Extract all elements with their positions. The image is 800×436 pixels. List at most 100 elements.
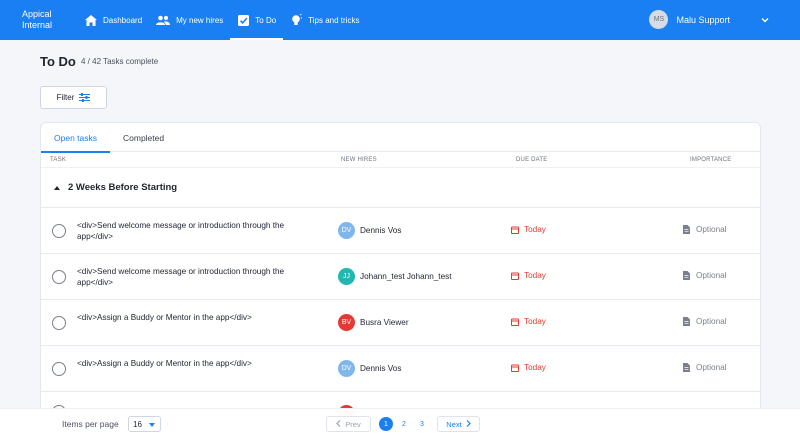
next-page-button[interactable]: Next [437, 416, 480, 432]
prev-page-button[interactable]: Prev [326, 416, 371, 432]
user-menu[interactable]: MS Malu Support [649, 10, 770, 29]
people-icon [156, 14, 171, 26]
task-title[interactable]: <div>Send welcome message or introductio… [77, 220, 322, 242]
due-date-text: Today [524, 317, 546, 326]
importance-cell: Optional [683, 317, 727, 326]
column-header-task: TASK [50, 157, 67, 163]
prev-label: Prev [345, 419, 361, 429]
task-group-header[interactable]: 2 Weeks Before Starting [41, 168, 760, 208]
main-nav: Dashboard My new hires To Do Tips and tr… [78, 0, 366, 40]
items-per-page-label: Items per page [62, 419, 119, 429]
due-date-text: Today [524, 271, 546, 280]
new-hire-cell[interactable]: JJ Johann_test Johann_test [338, 268, 452, 285]
document-icon [683, 317, 690, 326]
tab-completed[interactable]: Completed [110, 123, 177, 152]
filter-label: Filter [56, 93, 75, 102]
nav-label-to-do: To Do [255, 15, 277, 25]
hire-avatar: BV [338, 314, 355, 331]
importance-text: Optional [696, 317, 727, 326]
task-group-title: 2 Weeks Before Starting [68, 182, 178, 193]
task-title[interactable]: <div>Assign a Buddy or Mentor in the app… [77, 358, 322, 369]
sliders-icon [79, 93, 91, 102]
task-title[interactable]: <div>Assign a Buddy or Mentor in the app… [77, 312, 322, 323]
task-tabs: Open tasks Completed [41, 123, 760, 153]
hire-avatar: DV [338, 222, 355, 239]
due-date-cell: Today [511, 271, 546, 280]
column-header-importance: IMPORTANCE [690, 157, 732, 163]
task-complete-radio[interactable] [52, 362, 66, 376]
nav-item-my-new-hires[interactable]: My new hires [149, 0, 230, 40]
items-per-page-value: 16 [133, 419, 142, 429]
hire-name: Dennis Vos [360, 226, 402, 235]
document-icon [683, 363, 690, 372]
document-icon [683, 225, 690, 234]
column-header-new-hires: NEW HIRES [341, 157, 377, 163]
due-date-text: Today [524, 225, 546, 234]
task-complete-radio[interactable] [52, 270, 66, 284]
next-label: Next [446, 419, 462, 429]
importance-cell: Optional [683, 271, 727, 280]
pager: Prev 1 2 3 Next [326, 416, 480, 432]
page-number-2[interactable]: 2 [397, 417, 411, 431]
new-hire-cell[interactable]: DV Dennis Vos [338, 360, 401, 377]
document-icon [683, 271, 690, 280]
nav-label-dashboard: Dashboard [103, 15, 143, 25]
table-row[interactable]: <div>Send welcome message or introductio… [41, 254, 760, 300]
nav-item-to-do[interactable]: To Do [230, 0, 284, 40]
nav-label-my-new-hires: My new hires [176, 15, 224, 25]
table-row[interactable]: <div>Assign a Buddy or Mentor in the app… [41, 346, 760, 392]
brand-line-2: Internal [22, 20, 53, 30]
top-nav-bar: Appical Internal Dashboard My new hires … [0, 0, 800, 40]
user-avatar: MS [649, 10, 669, 29]
filter-button[interactable]: Filter [40, 86, 107, 109]
caret-down-icon [149, 423, 155, 427]
calendar-icon [511, 364, 519, 372]
brand-logo[interactable]: Appical Internal [22, 9, 52, 31]
checkbox-icon [237, 14, 249, 26]
tasks-card: Open tasks Completed TASK NEW HIRES DUE … [40, 122, 761, 436]
hire-name: Johann_test Johann_test [360, 272, 452, 281]
tab-open-tasks[interactable]: Open tasks [41, 123, 110, 153]
hire-name: Busra Viewer [360, 318, 409, 327]
hire-avatar: JJ [338, 268, 355, 285]
new-hire-cell[interactable]: BV Busra Viewer [338, 314, 409, 331]
caret-up-icon [54, 185, 60, 190]
page-title: To Do [40, 54, 76, 69]
importance-text: Optional [696, 225, 727, 234]
table-row-partial [41, 392, 760, 422]
lightbulb-icon [290, 13, 303, 26]
importance-cell: Optional [683, 225, 727, 234]
brand-line-1: Appical [22, 9, 52, 19]
nav-item-tips-and-tricks[interactable]: Tips and tricks [283, 0, 366, 40]
chevron-left-icon [336, 419, 341, 429]
task-title[interactable]: <div>Send welcome message or introductio… [77, 266, 322, 288]
column-header-due-date: DUE DATE [516, 157, 548, 163]
hire-name: Dennis Vos [360, 364, 402, 373]
items-per-page-select[interactable]: 16 [128, 416, 161, 432]
page-number-3[interactable]: 3 [415, 417, 429, 431]
page-number-1[interactable]: 1 [379, 417, 393, 431]
importance-text: Optional [696, 363, 727, 372]
task-list: <div>Send welcome message or introductio… [41, 208, 760, 392]
page-numbers: 1 2 3 [377, 417, 431, 431]
due-date-cell: Today [511, 225, 546, 234]
new-hire-cell[interactable]: DV Dennis Vos [338, 222, 401, 239]
calendar-icon [511, 318, 519, 326]
table-row[interactable]: <div>Send welcome message or introductio… [41, 208, 760, 254]
task-complete-radio[interactable] [52, 316, 66, 330]
table-header: TASK NEW HIRES DUE DATE IMPORTANCE [41, 152, 760, 168]
nav-label-tips-and-tricks: Tips and tricks [308, 15, 360, 25]
nav-item-dashboard[interactable]: Dashboard [78, 0, 149, 40]
importance-cell: Optional [683, 363, 727, 372]
table-row[interactable]: <div>Assign a Buddy or Mentor in the app… [41, 300, 760, 346]
due-date-text: Today [524, 363, 546, 372]
due-date-cell: Today [511, 363, 546, 372]
hire-avatar: DV [338, 360, 355, 377]
importance-text: Optional [696, 271, 727, 280]
chevron-right-icon [466, 419, 471, 429]
calendar-icon [511, 272, 519, 280]
pagination-bar: Items per page 16 Prev 1 2 3 Next [0, 408, 800, 436]
home-icon [85, 14, 97, 26]
due-date-cell: Today [511, 317, 546, 326]
task-complete-radio[interactable] [52, 224, 66, 238]
